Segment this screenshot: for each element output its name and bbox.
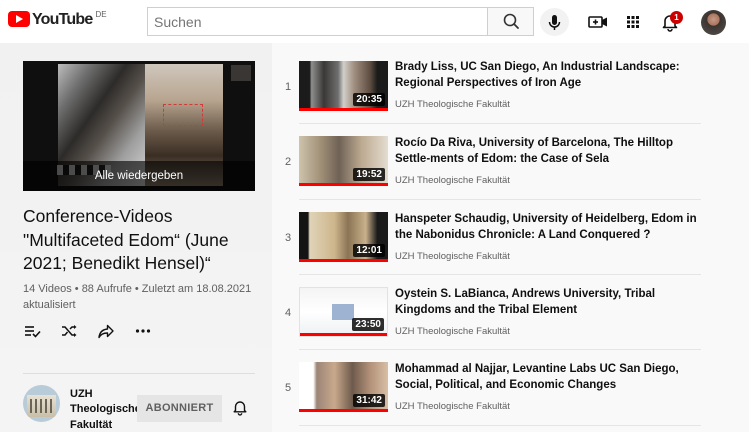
user-avatar[interactable] (701, 10, 726, 35)
apps-grid-icon (627, 16, 639, 28)
add-to-queue-icon[interactable] (23, 322, 41, 340)
watched-progress-bar (299, 108, 388, 111)
video-channel[interactable]: UZH Theologische Fakultät (395, 401, 510, 412)
video-index: 4 (284, 307, 292, 319)
search-icon (503, 13, 519, 29)
video-duration: 31:42 (353, 394, 385, 407)
playlist-meta: 14 Videos • 88 Aufrufe • Zuletzt am 18.0… (23, 283, 252, 311)
playlist-video-list: 1 20:35 Brady Liss, UC San Diego, An Ind… (272, 43, 749, 432)
playlist-title: Conference-Videos "Multifaceted Edom“ (J… (23, 206, 229, 273)
watched-progress-bar (299, 409, 388, 412)
video-thumbnail[interactable]: 23:50 (299, 287, 388, 337)
row-separator (299, 425, 701, 426)
play-all-label[interactable]: Alle wiedergeben (23, 161, 255, 191)
panel-divider (23, 373, 255, 374)
playlist-thumbnail[interactable]: Alle wiedergeben (23, 61, 255, 191)
video-camera-plus-icon (588, 16, 607, 28)
video-channel[interactable]: UZH Theologische Fakultät (395, 99, 510, 110)
video-thumbnail[interactable]: 19:52 (299, 136, 388, 186)
more-icon[interactable] (134, 322, 152, 340)
logo-text: YouTube (32, 11, 93, 28)
country-code: DE (95, 10, 107, 19)
video-item[interactable]: 4 23:50 Oystein S. LaBianca, Andrews Uni… (272, 287, 702, 362)
video-channel[interactable]: UZH Theologische Fakultät (395, 251, 510, 262)
video-duration: 23:50 (352, 318, 384, 331)
video-channel[interactable]: UZH Theologische Fakultät (395, 326, 510, 337)
notification-count-badge: 1 (670, 11, 683, 24)
video-thumbnail[interactable]: 20:35 (299, 61, 388, 111)
row-separator (299, 123, 701, 124)
video-channel[interactable]: UZH Theologische Fakultät (395, 175, 510, 186)
voice-search-button[interactable] (540, 8, 569, 36)
channel-avatar[interactable] (23, 385, 60, 422)
row-separator (299, 199, 701, 200)
subscribe-button[interactable]: ABONNIERT (137, 395, 222, 422)
watched-progress-bar (300, 333, 387, 336)
share-icon[interactable] (97, 322, 115, 340)
top-bar: YouTube DE Suchen 1 (0, 0, 749, 43)
video-title[interactable]: Oystein S. LaBianca, Andrews University,… (395, 287, 705, 318)
row-separator (299, 349, 701, 350)
watched-progress-bar (299, 183, 388, 186)
thumbnail-highlight-box (163, 104, 203, 126)
video-item[interactable]: 5 31:42 Mohammad al Najjar, Levantine La… (272, 362, 702, 432)
video-duration: 20:35 (353, 93, 385, 106)
video-title[interactable]: Mohammad al Najjar, Levantine Labs UC Sa… (395, 362, 705, 393)
playlist-info-panel: Alle wiedergeben Conference-Videos "Mult… (0, 43, 272, 432)
thumbnail-speaker-cam (231, 65, 251, 81)
video-duration: 12:01 (353, 244, 385, 257)
bell-icon (233, 401, 247, 416)
channel-name[interactable]: UZH Theologische Fakultät (70, 387, 141, 432)
video-duration: 19:52 (353, 168, 385, 181)
youtube-logo[interactable]: YouTube DE (8, 10, 107, 28)
youtube-play-icon (8, 11, 30, 27)
video-title[interactable]: Brady Liss, UC San Diego, An Industrial … (395, 60, 705, 91)
microphone-icon (548, 15, 561, 30)
video-thumbnail[interactable]: 31:42 (299, 362, 388, 412)
watched-progress-bar (299, 259, 388, 262)
channel-notification-button[interactable] (231, 398, 249, 416)
playlist-actions (23, 321, 171, 341)
video-index: 1 (284, 81, 292, 93)
search-input[interactable] (147, 7, 488, 36)
channel-building-image (27, 395, 56, 417)
create-video-button[interactable] (586, 10, 610, 34)
search-button[interactable] (487, 7, 534, 36)
apps-button[interactable] (621, 10, 645, 34)
video-item[interactable]: 3 12:01 Hanspeter Schaudig, University o… (272, 212, 702, 287)
row-separator (299, 274, 701, 275)
shuffle-icon[interactable] (60, 322, 78, 340)
video-title[interactable]: Hanspeter Schaudig, University of Heidel… (395, 212, 705, 243)
video-index: 3 (284, 232, 292, 244)
video-index: 5 (284, 382, 292, 394)
video-thumbnail[interactable]: 12:01 (299, 212, 388, 262)
video-index: 2 (284, 156, 292, 168)
video-title[interactable]: Rocío Da Riva, University of Barcelona, … (395, 136, 705, 167)
